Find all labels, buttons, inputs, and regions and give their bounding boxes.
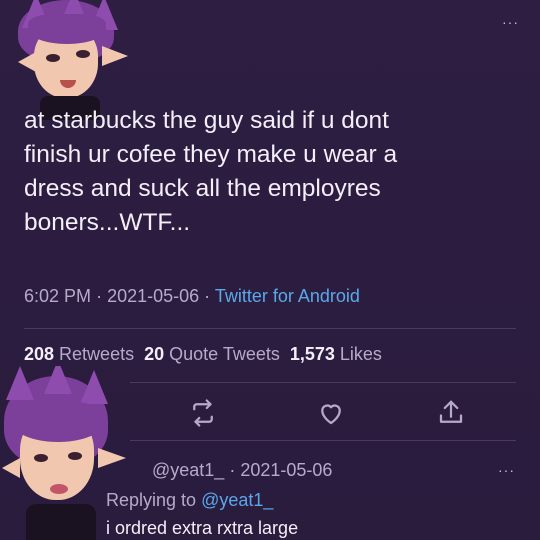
divider <box>130 440 516 441</box>
divider <box>24 328 516 329</box>
tweet-time: 6:02 PM <box>24 286 92 306</box>
separator: · <box>96 286 103 306</box>
retweets-label: Retweets <box>59 344 135 364</box>
likes-label: Likes <box>339 344 382 364</box>
reply-header: @yeat1_ · 2021-05-06 <box>152 460 332 481</box>
replying-to-handle[interactable]: @yeat1_ <box>201 490 273 510</box>
quote-tweets-label: Quote Tweets <box>169 344 280 364</box>
reply-text: i ordred extra rxtra large <box>106 518 299 538</box>
heart-icon[interactable] <box>316 398 346 428</box>
retweets-count: 208 <box>24 344 55 364</box>
quote-tweets-stat[interactable]: 20 Quote Tweets <box>144 344 280 365</box>
retweets-stat[interactable]: 208 Retweets <box>24 344 134 365</box>
retweet-icon[interactable] <box>188 398 218 428</box>
replying-to-label: Replying to <box>106 490 197 510</box>
tweet-source[interactable]: Twitter for Android <box>215 286 360 306</box>
divider <box>130 382 516 383</box>
replying-to: Replying to @yeat1_ <box>106 490 273 511</box>
reply-more-icon[interactable]: ··· <box>498 462 515 478</box>
avatar[interactable] <box>0 0 140 120</box>
tweet-stats: 208 Retweets 20 Quote Tweets 1,573 Likes <box>24 344 382 365</box>
tweet-screenshot: ··· at starbucks the guy said if u dont … <box>0 0 540 540</box>
tweet-date[interactable]: 2021-05-06 <box>107 286 199 306</box>
reply-handle[interactable]: @yeat1_ <box>152 460 224 480</box>
separator: · <box>204 286 211 306</box>
tweet-text: at starbucks the guy said if u dont fini… <box>24 107 398 236</box>
separator: · <box>229 460 236 480</box>
reply-avatar[interactable] <box>0 366 130 540</box>
reply-date[interactable]: 2021-05-06 <box>240 460 332 480</box>
likes-count: 1,573 <box>289 344 335 364</box>
tweet-meta: 6:02 PM · 2021-05-06 · Twitter for Andro… <box>24 286 360 307</box>
likes-stat[interactable]: 1,573 Likes <box>290 344 382 365</box>
quote-tweets-count: 20 <box>144 344 165 364</box>
share-icon[interactable] <box>436 398 466 428</box>
more-icon[interactable]: ··· <box>502 14 519 30</box>
